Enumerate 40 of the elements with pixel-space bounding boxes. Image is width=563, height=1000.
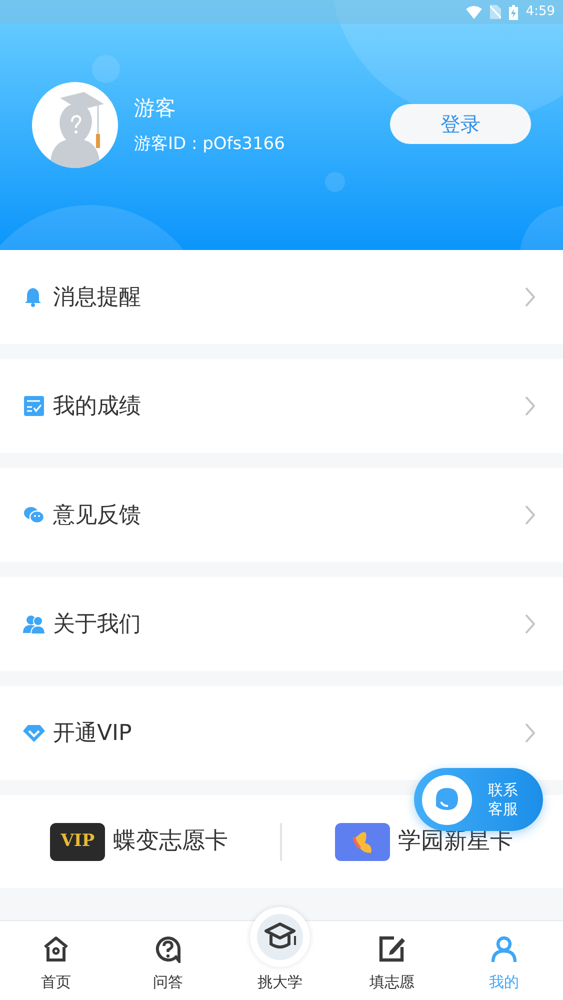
menu-label: 我的成绩 (53, 392, 142, 420)
person-icon (490, 934, 518, 962)
tab[interactable]: 问答 (112, 921, 224, 1000)
chevron-right-icon (525, 287, 535, 307)
battery-charging-icon (508, 4, 518, 20)
tab[interactable]: 首页 (0, 921, 112, 1000)
chevron-right-icon (525, 723, 535, 743)
user-name: 游客 (134, 94, 177, 122)
menu-label: 开通VIP (53, 720, 133, 748)
chevron-right-icon (525, 614, 535, 634)
guest-id: 游客ID : pOfs3166 (134, 133, 286, 156)
background-bubble (92, 55, 120, 83)
chevron-right-icon (525, 396, 535, 416)
question-icon (154, 934, 182, 962)
chat-bubble-icon (422, 774, 472, 824)
butterfly-icon (334, 822, 390, 860)
menu-item[interactable]: 开通VIP (0, 686, 563, 780)
tab[interactable]: 填志愿 (336, 921, 448, 1000)
clock: 4:59 (526, 3, 555, 22)
people-icon (23, 613, 45, 635)
menu-label: 意见反馈 (53, 502, 142, 530)
menu-label: 关于我们 (53, 610, 142, 638)
card-label: 蝶变志愿卡 (113, 827, 228, 856)
diamond-icon (23, 722, 45, 744)
menu-item[interactable]: 意见反馈 (0, 468, 563, 562)
graduation-cap-icon (257, 914, 303, 960)
wifi-icon (466, 6, 482, 18)
score-sheet-icon (23, 395, 45, 417)
home-icon (42, 934, 70, 962)
tab[interactable]: 挑大学 (224, 898, 336, 1000)
menu-label: 消息提醒 (53, 284, 142, 312)
menu-item[interactable]: 消息提醒 (0, 250, 563, 344)
background-bubble (325, 172, 345, 192)
no-sim-icon (490, 5, 501, 19)
menu-item[interactable]: 我的成绩 (0, 359, 563, 453)
menu-item[interactable]: 关于我们 (0, 577, 563, 671)
edit-icon (378, 934, 406, 962)
membership-card[interactable]: VIP 蝶变志愿卡 (50, 822, 228, 860)
vip-badge: VIP (50, 822, 106, 860)
chevron-right-icon (525, 505, 535, 525)
